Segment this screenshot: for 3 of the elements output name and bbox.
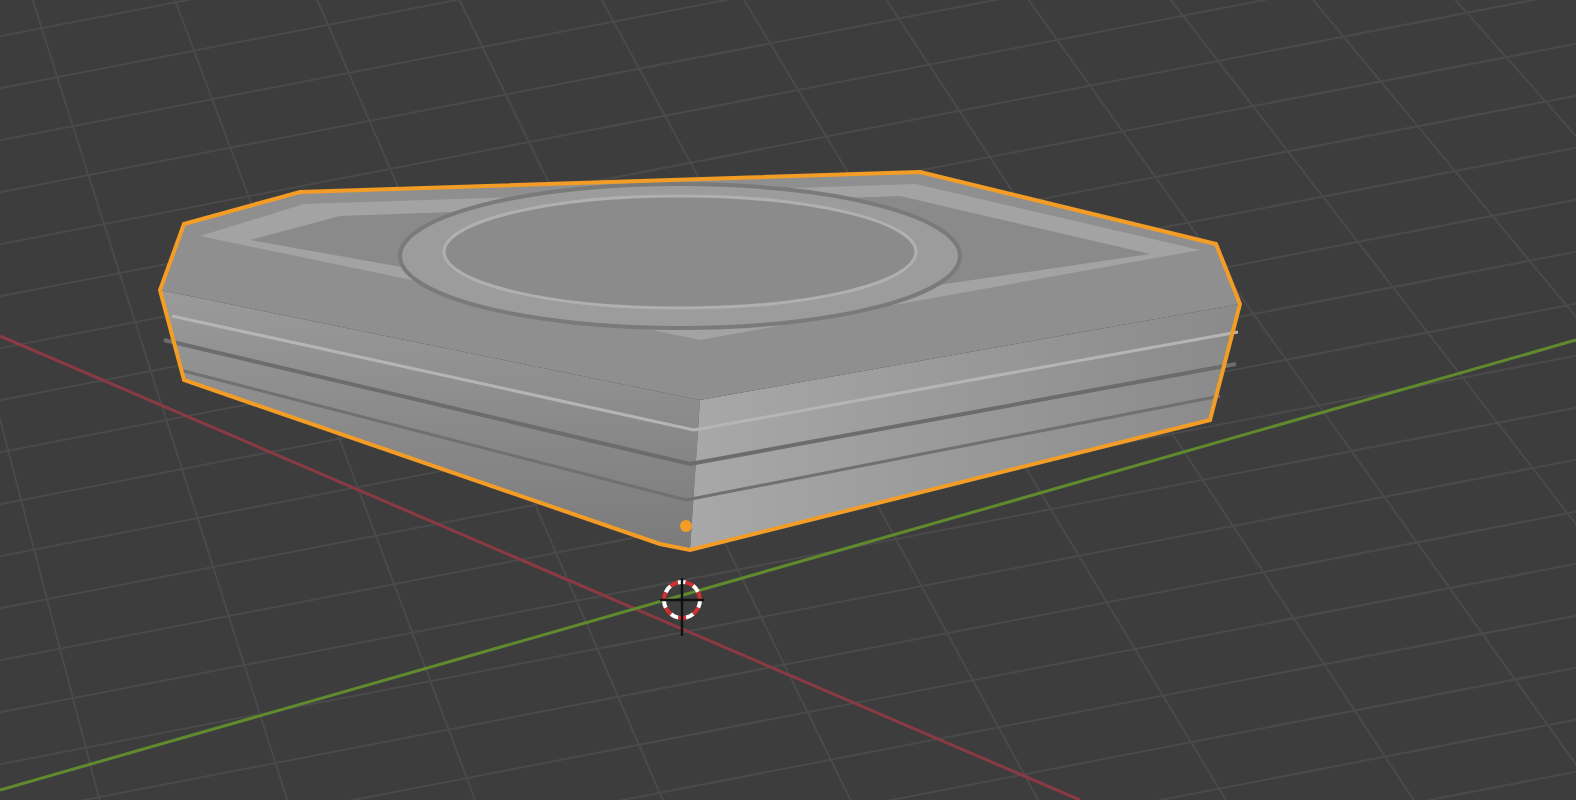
model-drawing[interactable] <box>157 170 1243 553</box>
viewport-canvas[interactable] <box>0 0 1576 800</box>
cursor-icon[interactable] <box>660 578 704 636</box>
